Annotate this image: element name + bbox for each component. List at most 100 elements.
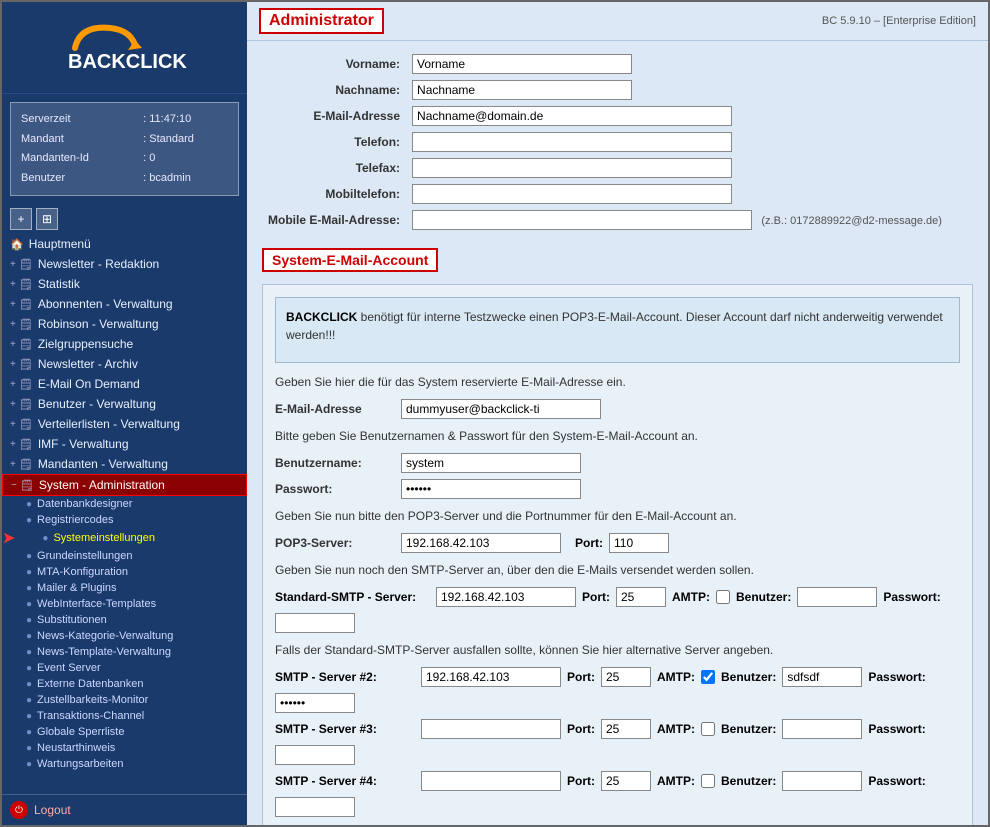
smtp3-amtp-checkbox[interactable] — [701, 722, 715, 736]
expand-icon: + — [10, 299, 16, 310]
system-email-info: BACKCLICK benötigt für interne Testzweck… — [286, 308, 949, 344]
smtp4-amtp-checkbox[interactable] — [701, 774, 715, 788]
smtp2-label: SMTP - Server #2: — [275, 670, 415, 684]
mobile-email-input[interactable] — [412, 210, 752, 230]
smtp3-server-input[interactable] — [421, 719, 561, 739]
newsletter-redaktion-icon: 🗒 — [19, 258, 33, 271]
smtp2-server-input[interactable] — [421, 667, 561, 687]
smtp-section: Geben Sie nun noch den SMTP-Server an, ü… — [275, 561, 960, 633]
sidebar-item-verteilerlisten[interactable]: + 🗒 Verteilerlisten - Verwaltung — [2, 414, 247, 434]
smtp3-port-input[interactable] — [601, 719, 651, 739]
sub-item-label: News-Kategorie-Verwaltung — [37, 630, 173, 642]
smtp2-benutzer-label: Benutzer: — [721, 670, 776, 684]
system-icon: 🗒 — [20, 479, 34, 492]
smtp3-passwort-input[interactable] — [275, 745, 355, 765]
selected-arrow-icon: ➤ — [2, 528, 15, 548]
nachname-input[interactable] — [412, 80, 632, 100]
mobiltelefon-input[interactable] — [412, 184, 732, 204]
zielgruppen-icon: 🗒 — [19, 338, 33, 351]
sub-item-label: Registriercodes — [37, 514, 113, 526]
sub-item-label: Externe Datenbanken — [37, 678, 143, 690]
sub-item-label: Wartungsarbeiten — [37, 758, 123, 770]
pop3-row: POP3-Server: Port: — [275, 533, 960, 553]
vorname-input[interactable] — [412, 54, 632, 74]
smtp3-benutzer-label: Benutzer: — [721, 722, 776, 736]
telefax-input[interactable] — [412, 158, 732, 178]
email-input[interactable] — [412, 106, 732, 126]
sub-item-label: Transaktions-Channel — [37, 710, 144, 722]
sidebar-item-hauptmenu[interactable]: 🏠 Hauptmenü — [2, 234, 247, 254]
sidebar-sub-transaktions-channel[interactable]: ● Transaktions-Channel — [2, 708, 247, 724]
sub-item-label: Datenbankdesigner — [37, 498, 132, 510]
smtp-passwort-input[interactable] — [275, 613, 355, 633]
smtp2-passwort-input[interactable] — [275, 693, 355, 713]
sidebar-item-imf-verwaltung[interactable]: + 🗒 IMF - Verwaltung — [2, 434, 247, 454]
smtp4-benutzer-input[interactable] — [782, 771, 862, 791]
smtp2-passwort-label: Passwort: — [868, 670, 925, 684]
sidebar-item-robinson-verwaltung[interactable]: + 🗒 Robinson - Verwaltung — [2, 314, 247, 334]
pop3-port-input[interactable] — [609, 533, 669, 553]
sidebar-item-system-administration[interactable]: − 🗒 System - Administration — [2, 474, 247, 496]
benutzername-input[interactable] — [401, 453, 581, 473]
smtp-port-input[interactable] — [616, 587, 666, 607]
sidebar-item-benutzer-verwaltung[interactable]: + 🗒 Benutzer - Verwaltung — [2, 394, 247, 414]
expand-icon: + — [10, 259, 16, 270]
sidebar-item-abonnenten-verwaltung[interactable]: + 🗒 Abonnenten - Verwaltung — [2, 294, 247, 314]
logout-button[interactable]: ⏻ Logout — [2, 794, 247, 825]
smtp-benutzer-label: Benutzer: — [736, 590, 791, 604]
smtp-passwort-label: Passwort: — [883, 590, 940, 604]
smtp4-benutzer-label: Benutzer: — [721, 774, 776, 788]
reserve-text: Geben Sie hier die für das System reserv… — [275, 373, 960, 391]
sidebar-sub-substitutionen[interactable]: ● Substitutionen — [2, 612, 247, 628]
sidebar-sub-externe-datenbanken[interactable]: ● Externe Datenbanken — [2, 676, 247, 692]
sidebar-item-newsletter-redaktion[interactable]: + 🗒 Newsletter - Redaktion — [2, 254, 247, 274]
sub-item-label: Systemeinstellungen — [53, 532, 155, 544]
expand-all-button[interactable]: + — [10, 208, 32, 230]
sidebar-item-zielgruppensuche[interactable]: + 🗒 Zielgruppensuche — [2, 334, 247, 354]
smtp4-passwort-input[interactable] — [275, 797, 355, 817]
smtp2-amtp-checkbox[interactable] — [701, 670, 715, 684]
alternative-text: Falls der Standard-SMTP-Server ausfallen… — [275, 641, 960, 659]
passwort-input[interactable] — [401, 479, 581, 499]
smtp-alternatives-section: Falls der Standard-SMTP-Server ausfallen… — [275, 641, 960, 817]
bullet-icon: ● — [26, 615, 32, 626]
sidebar-sub-mta-konfiguration[interactable]: ● MTA-Konfiguration — [2, 564, 247, 580]
smtp3-benutzer-input[interactable] — [782, 719, 862, 739]
sidebar-sub-news-template[interactable]: ● News-Template-Verwaltung — [2, 644, 247, 660]
sidebar-sub-grundeinstellungen[interactable]: ● Grundeinstellungen — [2, 548, 247, 564]
sidebar-sub-news-kategorie[interactable]: ● News-Kategorie-Verwaltung — [2, 628, 247, 644]
sidebar-item-label: Abonnenten - Verwaltung — [38, 297, 173, 311]
collapse-all-button[interactable]: ⊞ — [36, 208, 58, 230]
smtp4-port-input[interactable] — [601, 771, 651, 791]
sidebar-sub-webinterface-templates[interactable]: ● WebInterface-Templates — [2, 596, 247, 612]
sidebar-sub-wartungsarbeiten[interactable]: ● Wartungsarbeiten — [2, 756, 247, 772]
smtp4-amtp-label: AMTP: — [657, 774, 695, 788]
sidebar-sub-zustellbarkeits-monitor[interactable]: ● Zustellbarkeits-Monitor — [2, 692, 247, 708]
smtp-server-input[interactable] — [436, 587, 576, 607]
sidebar-item-statistik[interactable]: + 🗒 Statistik — [2, 274, 247, 294]
sub-item-label: Neustarthinweis — [37, 742, 115, 754]
sidebar-sub-registriercodes[interactable]: ● Registriercodes — [2, 512, 247, 528]
sidebar-item-newsletter-archiv[interactable]: + 🗒 Newsletter - Archiv — [2, 354, 247, 374]
sidebar-sub-globale-sperrliste[interactable]: ● Globale Sperrliste — [2, 724, 247, 740]
smtp4-server-input[interactable] — [421, 771, 561, 791]
telefon-input[interactable] — [412, 132, 732, 152]
sidebar-sub-event-server[interactable]: ● Event Server — [2, 660, 247, 676]
sidebar-sub-systemeinstellungen[interactable]: ● Systemeinstellungen — [18, 530, 163, 546]
smtp2-benutzer-input[interactable] — [782, 667, 862, 687]
benutzername-label: Benutzername: — [275, 456, 395, 470]
sidebar-sub-mailer-plugins[interactable]: ● Mailer & Plugins — [2, 580, 247, 596]
smtp2-port-input[interactable] — [601, 667, 651, 687]
sidebar-sub-neustarthinweis[interactable]: ● Neustarthinweis — [2, 740, 247, 756]
smtp-benutzer-input[interactable] — [797, 587, 877, 607]
smtp-amtp-checkbox[interactable] — [716, 590, 730, 604]
sidebar-sub-datenbankdesigner[interactable]: ● Datenbankdesigner — [2, 496, 247, 512]
sidebar-item-email-on-demand[interactable]: + 🗒 E-Mail On Demand — [2, 374, 247, 394]
pop3-server-input[interactable] — [401, 533, 561, 553]
mandanten-icon: 🗒 — [19, 458, 33, 471]
bullet-icon: ● — [26, 599, 32, 610]
sidebar-item-mandanten-verwaltung[interactable]: + 🗒 Mandanten - Verwaltung — [2, 454, 247, 474]
telefax-label: Telefax: — [262, 155, 406, 181]
expand-icon: + — [10, 359, 16, 370]
system-email-input[interactable] — [401, 399, 601, 419]
